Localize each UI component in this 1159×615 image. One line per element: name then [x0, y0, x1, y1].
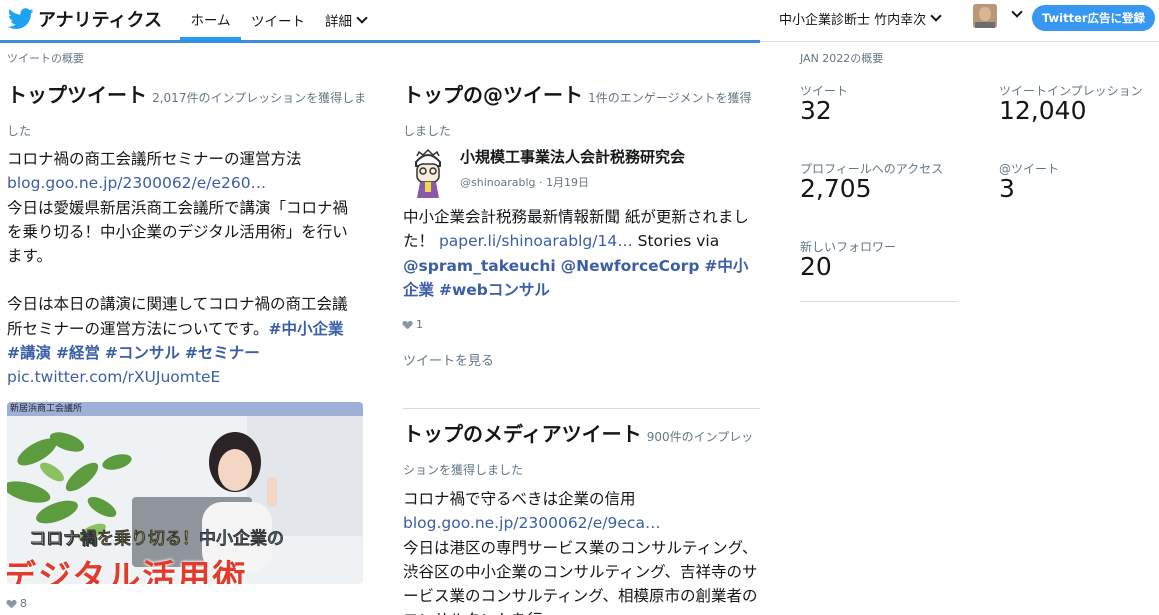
stat-mentions-value: 3 — [999, 174, 1015, 203]
mention-meta: @shinoarablg · 1月19日 — [460, 176, 589, 189]
hashtag-link[interactable]: #講演 — [7, 344, 51, 362]
top-mention-like-count: 1 — [416, 318, 423, 331]
twitter-ads-signup-button[interactable]: Twitter広告に登録 — [1032, 5, 1155, 31]
mention-date: 1月19日 — [546, 176, 589, 189]
media-overlay-line-1: コロナ禍を乗り切る！中小企業の — [29, 529, 284, 549]
top-media-headline: コロナ禍で守るべきは企業の信用 — [403, 490, 636, 508]
top-mention-header: トップの@ツイート 1件のエンゲージメントを獲得しました — [403, 79, 763, 147]
active-section-rule — [0, 40, 760, 43]
top-tweet-link[interactable]: blog.goo.ne.jp/2300062/e/e260… — [7, 174, 266, 192]
heart-icon — [7, 600, 16, 608]
hashtag-link[interactable]: #経営 — [56, 344, 100, 362]
account-switcher[interactable]: 中小企業診断士 竹内幸次 — [779, 0, 942, 36]
tweets-overview-label: ツイートの概要 — [7, 52, 84, 65]
top-media-link[interactable]: blog.goo.ne.jp/2300062/e/9eca… — [403, 514, 660, 532]
nav-tweets[interactable]: ツイート — [241, 0, 315, 40]
heart-icon — [403, 321, 412, 329]
summary-divider — [800, 301, 957, 302]
top-tweet-like-count: 8 — [20, 597, 27, 610]
card-divider — [403, 408, 760, 409]
top-media-header: トップのメディアツイート 900件のインプレッションを獲得しました — [403, 418, 763, 486]
brand[interactable]: アナリティクス — [8, 6, 162, 32]
mention-user-link[interactable]: @NewforceCorp — [561, 257, 700, 275]
stat-tweets-value: 32 — [800, 96, 832, 125]
hashtag-link[interactable]: #セミナー — [185, 344, 260, 362]
top-tweet-pic-link[interactable]: pic.twitter.com/rXUJuomteE — [7, 368, 220, 386]
period-summary-label: JAN 2022の概要 — [800, 52, 884, 65]
top-tweet-header: トップツイート 2,017件のインプレッションを獲得しました — [7, 79, 367, 147]
stat-profile-visits-value: 2,705 — [800, 174, 872, 203]
hashtag-link[interactable]: #中小企業 — [269, 320, 344, 338]
header-divider — [760, 41, 1159, 42]
twitter-bird-icon — [8, 8, 34, 29]
top-tweet-body: コロナ禍の商工会議所セミナーの運営方法 blog.goo.ne.jp/23000… — [7, 147, 357, 390]
top-media-body: コロナ禍で守るべきは企業の信用 blog.goo.ne.jp/2300062/e… — [403, 487, 760, 615]
main-nav: ホーム ツイート 詳細 — [180, 0, 376, 40]
mention-user-link[interactable]: @spram_takeuchi — [403, 257, 556, 275]
top-mention-title: トップの@ツイート — [403, 83, 583, 107]
account-name: 中小企業診断士 竹内幸次 — [779, 12, 927, 28]
mention-display-name[interactable]: 小規模工事業法人会計税務研究会 — [460, 146, 685, 167]
nav-home[interactable]: ホーム — [180, 0, 241, 40]
mention-text-mid: Stories via — [637, 232, 720, 251]
mention-link[interactable]: paper.li/shinoarablg/14… — [439, 232, 633, 250]
view-tweet-link[interactable]: ツイートを見る — [403, 350, 494, 369]
stat-impressions-value: 12,040 — [999, 96, 1087, 125]
top-tweet-likes: 8 — [7, 597, 27, 610]
hashtag-link[interactable]: #コンサル — [105, 344, 180, 362]
mention-avatar[interactable] — [405, 146, 451, 198]
hashtag-link[interactable]: #webコンサル — [439, 281, 550, 299]
top-tweet-text-1: 今日は愛媛県新居浜商工会議所で講演「コロナ禍を乗り切る！中小企業のデジタル活用術… — [7, 198, 349, 266]
top-tweet-headline: コロナ禍の商工会議所セミナーの運営方法 — [7, 150, 302, 168]
chevron-down-icon — [930, 9, 942, 22]
media-overlay-line-2: デジタル活用術 — [7, 557, 248, 584]
chevron-down-icon[interactable] — [1011, 6, 1023, 18]
nav-more[interactable]: 詳細 — [315, 0, 376, 40]
top-mention-body: 中小企業会計税務最新情報新聞 紙が更新されました！ paper.li/shino… — [403, 205, 760, 302]
media-caption-strip: 新居浜商工会議所 — [7, 402, 363, 416]
top-media-title: トップのメディアツイート — [403, 422, 642, 446]
avatar[interactable] — [973, 4, 997, 28]
chevron-down-icon — [356, 11, 368, 24]
top-media-text: 今日は港区の専門サービス業のコンサルティング、渋谷区の中小企業のコンサルティング… — [403, 538, 758, 615]
mention-handle[interactable]: @shinoarablg — [460, 176, 536, 189]
nav-more-label: 詳細 — [325, 14, 352, 30]
top-navigation-bar: アナリティクス ホーム ツイート 詳細 中小企業診断士 竹内幸次 Twitter… — [0, 0, 1159, 40]
stat-new-followers-value: 20 — [800, 252, 832, 281]
user-photo-icon — [973, 4, 997, 28]
top-tweet-media[interactable]: 新居浜商工会議所 コロナ禍を乗り切る！中小企業の デジタル活用術 — [7, 402, 363, 584]
top-mention-likes: 1 — [403, 318, 423, 331]
top-tweet-title: トップツイート — [7, 83, 147, 107]
brand-title: アナリティクス — [38, 10, 163, 31]
